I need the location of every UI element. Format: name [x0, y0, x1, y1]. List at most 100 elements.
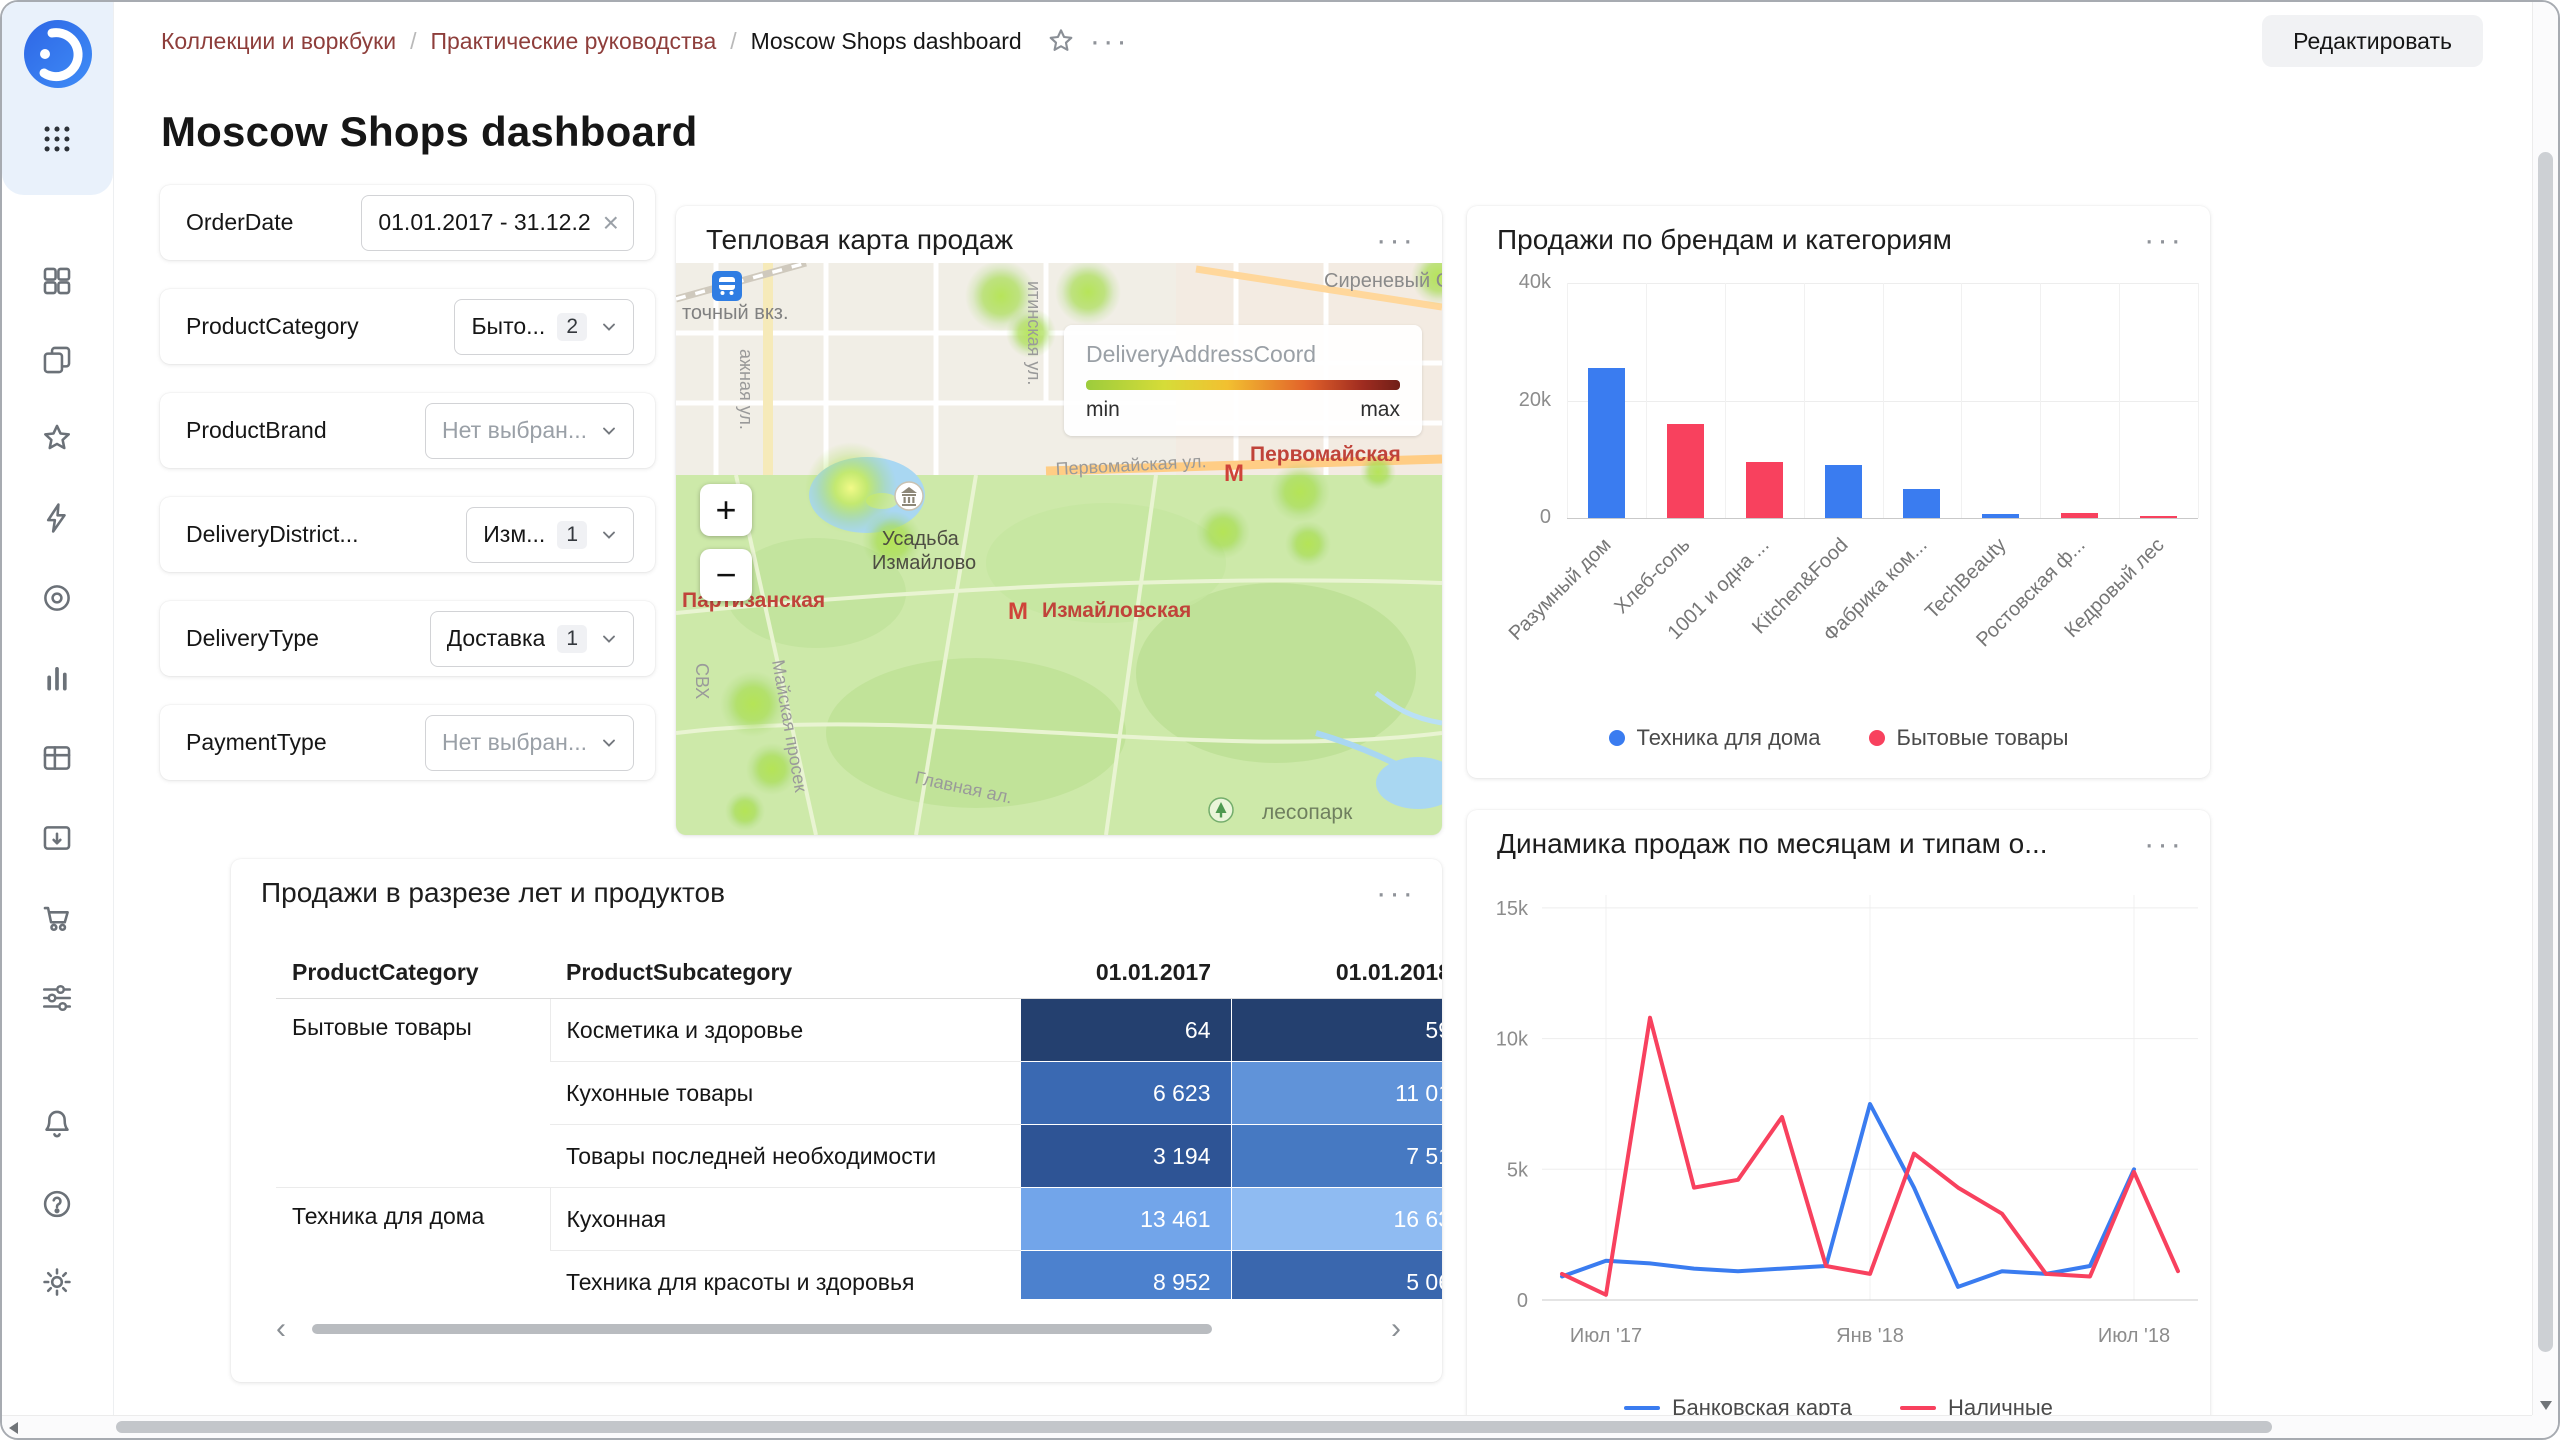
filter-control[interactable]: Нет выбран... [425, 402, 634, 459]
apps-grid-icon[interactable] [40, 122, 74, 156]
value-cell-2017: 64 [1019, 998, 1231, 1062]
table-scrollbar[interactable]: ‹ › [276, 1314, 1401, 1344]
breadcrumb-guides[interactable]: Практические руководства [430, 28, 716, 55]
column-header[interactable]: 01.01.2017 [1020, 946, 1231, 999]
vertical-scrollbar[interactable] [2532, 2, 2558, 1415]
scrollbar-track[interactable] [294, 1323, 1383, 1335]
page-title: Moscow Shops dashboard [161, 108, 698, 155]
column-header[interactable]: 01.01.2018 [1231, 946, 1442, 999]
column-header[interactable]: ProductCategory [276, 946, 550, 999]
help-icon[interactable] [40, 1187, 74, 1221]
legend-line [1624, 1406, 1661, 1410]
star-icon[interactable] [40, 421, 74, 455]
svg-text:точный вкз.: точный вкз. [682, 302, 789, 324]
line-chart-legend: Банковская карта Наличные [1467, 1395, 2210, 1415]
bar-chart-plot: 40k 20k 0 Разумный дом Хлеб-соль 1001 и одна … [1467, 206, 2210, 778]
filter-label: PaymentType [186, 729, 327, 755]
cart-icon[interactable] [40, 901, 74, 935]
bolt-icon[interactable] [40, 501, 74, 535]
clear-icon[interactable]: × [603, 208, 619, 236]
breadcrumb-menu-icon[interactable]: ··· [1090, 25, 1130, 56]
gridline-v [1724, 283, 1726, 518]
table-viewport: ProductCategory ProductSubcategory 01.01.2… [276, 946, 1442, 1299]
horizontal-scroll-thumb[interactable] [116, 1421, 2272, 1433]
scrollbar-thumb[interactable] [312, 1324, 1212, 1334]
bar[interactable] [1666, 424, 1704, 518]
svg-text:Сиреневый С: Сиреневый С [1324, 270, 1442, 292]
svg-text:ажная ул.: ажная ул. [736, 349, 756, 430]
x-axis-label: Kitchen&Food [1748, 534, 1853, 639]
chevron-down-icon [599, 629, 619, 649]
card-menu-icon[interactable]: ··· [1376, 224, 1416, 255]
gear-icon[interactable] [40, 1265, 74, 1299]
heatmap-legend-min: min [1086, 398, 1120, 421]
bar-chart-legend: Техника для дома Бытовые товары [1467, 725, 2210, 751]
card-menu-icon[interactable]: ··· [1376, 877, 1416, 908]
squares-icon[interactable] [40, 264, 74, 298]
bar[interactable] [1903, 488, 1941, 518]
inbox-icon[interactable] [40, 821, 74, 855]
filter-deliverytype: DeliveryType Доставка 1 [160, 601, 655, 676]
dashboard-content: Moscow Shops dashboard OrderDate 01.01.20… [114, 80, 2532, 1415]
svg-text:лесопарк: лесопарк [1262, 801, 1353, 824]
bell-icon[interactable] [40, 1107, 74, 1141]
legend-item[interactable]: Наличные [1899, 1395, 2053, 1415]
zoom-out-button[interactable]: − [700, 549, 752, 601]
scroll-left-icon[interactable]: ‹ [276, 1314, 286, 1344]
y-axis-label: 40k [1518, 271, 1551, 293]
value-cell-2018: 5 06 [1230, 1250, 1442, 1299]
filter-label: DeliveryType [186, 625, 319, 651]
chevron-down-icon [599, 733, 619, 753]
legend-label: Бытовые товары [1896, 725, 2069, 750]
filter-control[interactable]: Доставка 1 [429, 610, 634, 667]
filter-productcategory: ProductCategory Быто... 2 [160, 289, 655, 364]
filter-control[interactable]: Быто... 2 [454, 298, 634, 355]
sales-heatmap[interactable]: М Мточный вкз. Сиреневый С итинская ул. ажна… [676, 263, 1442, 835]
scrollbar-corner [2532, 1415, 2558, 1438]
zoom-in-button[interactable]: + [700, 484, 752, 536]
bar[interactable] [1745, 462, 1783, 518]
bar-chart-icon[interactable] [40, 661, 74, 695]
horizontal-scrollbar[interactable] [2, 1415, 2532, 1438]
filter-control[interactable]: Изм... 1 [466, 506, 634, 563]
svg-text:М: М [1008, 598, 1028, 625]
scroll-right-icon[interactable]: › [1391, 1314, 1401, 1344]
tuner-icon[interactable] [40, 981, 74, 1015]
scroll-down-icon[interactable] [2540, 1401, 2552, 1410]
legend-item[interactable]: Техника для дома [1608, 725, 1821, 751]
filter-control[interactable]: 01.01.2017 - 31.12.2 × [361, 194, 634, 251]
scroll-left-arrow-icon[interactable] [9, 1422, 18, 1434]
breadcrumb-separator: / [410, 27, 417, 54]
legend-item[interactable]: Банковская карта [1624, 1395, 1852, 1415]
bar[interactable] [2061, 513, 2099, 518]
legend-item[interactable]: Бытовые товары [1868, 725, 2069, 751]
table-icon[interactable] [40, 741, 74, 775]
table-row: Техника для домаКухонная13 46116 63 [276, 1187, 1442, 1299]
svg-text:Первомайская: Первомайская [1250, 443, 1401, 466]
filter-paymenttype: PaymentType Нет выбран... [160, 705, 655, 780]
svg-text:Усадьба: Усадьба [882, 528, 960, 550]
favorite-star-icon[interactable] [1046, 26, 1076, 56]
target-icon[interactable] [40, 581, 74, 615]
filter-control[interactable]: Нет выбран... [425, 714, 634, 771]
topbar: Коллекции и воркбуки / Практические руко… [114, 2, 2532, 80]
gridline-v [1961, 283, 1963, 518]
bar[interactable] [1982, 513, 2020, 518]
column-header[interactable]: ProductSubcategory [550, 946, 1020, 999]
datalens-logo-icon[interactable] [22, 18, 94, 90]
copy-icon[interactable] [40, 343, 74, 377]
sidebar [2, 2, 114, 1415]
edit-button[interactable]: Редактировать [2262, 15, 2483, 67]
svg-text:Измайлово: Измайлово [872, 552, 976, 574]
bar[interactable] [1824, 465, 1862, 518]
bar[interactable] [1587, 368, 1625, 518]
app-window: Коллекции и воркбуки / Практические руко… [0, 0, 2560, 1440]
filter-label: ProductBrand [186, 417, 327, 443]
heat-gradient-bar [1086, 380, 1400, 390]
breadcrumb-current: Moscow Shops dashboard [750, 27, 1022, 54]
subcategory-cell: Товары последней необходимости [550, 1124, 1020, 1188]
filter-value: Быто... [471, 313, 546, 339]
vertical-scroll-thumb[interactable] [2538, 152, 2553, 1352]
breadcrumb-collections[interactable]: Коллекции и воркбуки [161, 28, 396, 55]
bar[interactable] [2140, 515, 2178, 518]
